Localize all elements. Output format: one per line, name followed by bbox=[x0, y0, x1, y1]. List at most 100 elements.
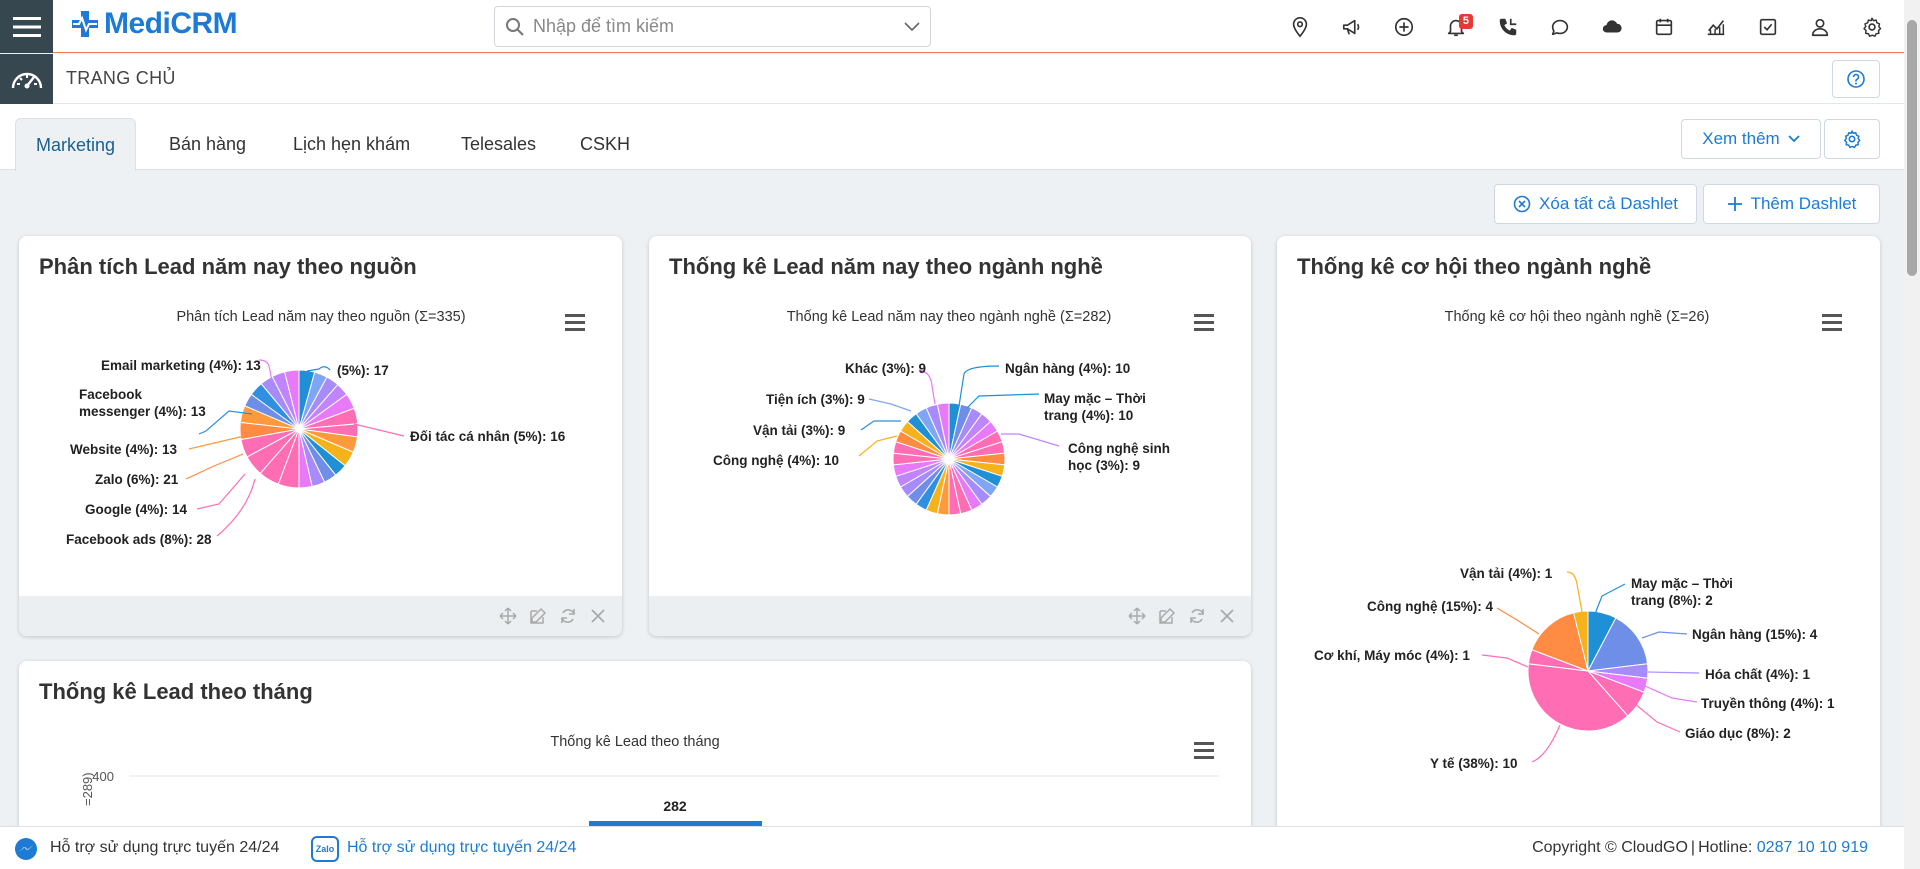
label-connector bbox=[1594, 583, 1626, 615]
add-dashlet-button[interactable]: Thêm Dashlet bbox=[1703, 184, 1880, 224]
pie-chart-opportunity-industry: Thống kê cơ hội theo ngành nghề (Σ=26) M… bbox=[1314, 309, 1842, 771]
pie-data-label: trang (8%): 2 bbox=[1631, 593, 1713, 608]
tab-lich-hen-kham[interactable]: Lịch hẹn khám bbox=[273, 118, 430, 171]
page-header: TRANG CHỦ bbox=[0, 54, 1904, 104]
label-connector bbox=[1531, 724, 1561, 763]
pie-data-label: Zalo (6%): 21 bbox=[95, 472, 179, 487]
y-tick-400: 400 bbox=[92, 769, 114, 784]
pie-data-label: Vận tải (4%): 1 bbox=[1460, 566, 1553, 581]
label-connector bbox=[196, 473, 246, 510]
label-connector bbox=[1647, 671, 1700, 674]
tab-telesales[interactable]: Telesales bbox=[441, 118, 556, 171]
bar-data-label: 282 bbox=[663, 798, 687, 814]
page-title: TRANG CHỦ bbox=[66, 68, 176, 88]
vertical-scrollbar[interactable] bbox=[1904, 0, 1920, 869]
chart-menu-icon[interactable] bbox=[565, 314, 585, 331]
messenger-icon[interactable] bbox=[14, 837, 38, 866]
tab-cskh[interactable]: CSKH bbox=[560, 118, 650, 171]
move-icon[interactable] bbox=[498, 606, 518, 626]
refresh-icon[interactable] bbox=[1187, 606, 1207, 626]
pie-data-label: Đối tác cá nhân (5%): 16 bbox=[410, 429, 566, 444]
chart-menu-icon[interactable] bbox=[1194, 742, 1214, 759]
scrollbar-thumb[interactable] bbox=[1907, 20, 1917, 276]
pie-data-label: Khác (3%): 9 bbox=[845, 361, 926, 376]
search-input[interactable]: Nhập để tìm kiếm bbox=[494, 6, 931, 47]
plus-icon bbox=[1727, 197, 1742, 211]
refresh-icon[interactable] bbox=[558, 606, 578, 626]
help-button[interactable] bbox=[1832, 60, 1880, 98]
pie-data-label: Ngân hàng (4%): 10 bbox=[1005, 361, 1130, 376]
pie-data-label: Công nghệ (4%): 10 bbox=[713, 453, 839, 468]
pie-data-label: học (3%): 9 bbox=[1068, 458, 1140, 473]
chat-icon[interactable] bbox=[1543, 10, 1577, 44]
label-connector bbox=[185, 453, 244, 480]
megaphone-icon[interactable] bbox=[1335, 10, 1369, 44]
pie-chart-lead-source: Phân tích Lead năm nay theo nguồn (Σ=335… bbox=[66, 309, 585, 547]
dashlet-lead-industry: Thống kê Lead năm nay theo ngành nghề Th… bbox=[649, 236, 1251, 636]
chart-menu-icon[interactable] bbox=[1822, 314, 1842, 331]
label-connector bbox=[1566, 571, 1583, 613]
dashlet-lead-source: Phân tích Lead năm nay theo nguồn Phân t… bbox=[19, 236, 622, 636]
cloud-icon[interactable] bbox=[1595, 10, 1629, 44]
gear-icon[interactable] bbox=[1855, 10, 1889, 44]
checkbox-icon[interactable] bbox=[1751, 10, 1785, 44]
label-connector bbox=[1641, 631, 1688, 639]
tab-settings-button[interactable] bbox=[1824, 119, 1880, 159]
label-connector bbox=[306, 366, 331, 372]
pie-data-label: Tiện ích (3%): 9 bbox=[766, 392, 865, 407]
label-connector bbox=[868, 398, 912, 412]
dashlet-footer bbox=[19, 596, 622, 636]
page-footer: Hỗ trợ sử dụng trực tuyến 24/24 Zalo Hỗ … bbox=[0, 826, 1904, 869]
close-icon[interactable] bbox=[1217, 606, 1237, 626]
pie-data-label: Hóa chất (4%): 1 bbox=[1705, 667, 1811, 682]
copyright-info: Copyright © CloudGO | Hotline: 0287 10 10 … bbox=[1532, 839, 1868, 856]
chart-title: Thống kê Lead năm nay theo ngành nghề (Σ… bbox=[787, 309, 1112, 325]
dashboard-gauge-icon[interactable] bbox=[0, 54, 53, 104]
chart-icon[interactable] bbox=[1699, 10, 1733, 44]
label-connector bbox=[966, 393, 1040, 409]
app-logo[interactable]: MediCRM bbox=[70, 4, 238, 44]
tab-marketing[interactable]: Marketing bbox=[15, 118, 137, 171]
zalo-support-link[interactable]: Hỗ trợ sử dụng trực tuyến 24/24 bbox=[347, 839, 576, 857]
phone-icon[interactable] bbox=[1491, 10, 1525, 44]
chart-menu-icon[interactable] bbox=[1194, 314, 1214, 331]
zalo-icon[interactable]: Zalo bbox=[311, 836, 339, 862]
chart-title: Thống kê Lead theo tháng bbox=[550, 734, 719, 750]
edit-icon[interactable] bbox=[1157, 606, 1177, 626]
pie-data-label: Y tế (38%): 10 bbox=[1430, 756, 1518, 771]
plus-circle-icon[interactable] bbox=[1387, 10, 1421, 44]
dashlet-opportunity-industry: Thống kê cơ hội theo ngành nghề Thống kê… bbox=[1277, 236, 1880, 836]
search-icon bbox=[506, 17, 524, 36]
gear-icon bbox=[1844, 130, 1861, 149]
label-connector bbox=[858, 435, 898, 457]
delete-all-dashlets-button[interactable]: Xóa tất cả Dashlet bbox=[1494, 184, 1697, 224]
location-icon[interactable] bbox=[1283, 10, 1317, 44]
edit-icon[interactable] bbox=[528, 606, 548, 626]
tab-ban-hang[interactable]: Bán hàng bbox=[149, 118, 266, 171]
chevron-down-icon[interactable] bbox=[904, 21, 920, 32]
user-icon[interactable] bbox=[1803, 10, 1837, 44]
hotline-label: Hotline: bbox=[1698, 839, 1753, 856]
label-connector bbox=[1001, 433, 1060, 447]
close-icon[interactable] bbox=[588, 606, 608, 626]
logo-text: MediCRM bbox=[104, 7, 238, 40]
pie-data-label: Truyền thông (4%): 1 bbox=[1701, 696, 1835, 711]
more-dropdown-button[interactable]: Xem thêm bbox=[1681, 119, 1821, 159]
pie-data-label: Facebook bbox=[79, 387, 143, 402]
calendar-icon[interactable] bbox=[1647, 10, 1681, 44]
pie-data-label: Google (4%): 14 bbox=[85, 502, 188, 517]
move-icon[interactable] bbox=[1127, 606, 1147, 626]
pie-data-label: Ngân hàng (15%): 4 bbox=[1692, 627, 1818, 642]
pie-data-label: Công nghệ sinh bbox=[1068, 441, 1170, 456]
hamburger-menu-icon[interactable] bbox=[0, 0, 53, 53]
chart-title: Thống kê cơ hội theo ngành nghề (Σ=26) bbox=[1445, 309, 1710, 325]
label-connector bbox=[1644, 685, 1698, 703]
chart-title: Phân tích Lead năm nay theo nguồn (Σ=335… bbox=[176, 309, 465, 325]
pie-data-label: Giáo dục (8%): 2 bbox=[1685, 726, 1791, 741]
hotline-number[interactable]: 0287 10 10 919 bbox=[1757, 839, 1868, 856]
bell-icon[interactable]: 5 bbox=[1439, 10, 1473, 44]
support-text[interactable]: Hỗ trợ sử dụng trực tuyến 24/24 bbox=[50, 839, 279, 857]
dashboard-tabs: Marketing Bán hàng Lịch hẹn khám Telesal… bbox=[0, 104, 1904, 171]
top-navbar: MediCRM Nhập để tìm kiếm 5 bbox=[0, 0, 1904, 53]
pie-data-label: Website (4%): 13 bbox=[70, 442, 178, 457]
